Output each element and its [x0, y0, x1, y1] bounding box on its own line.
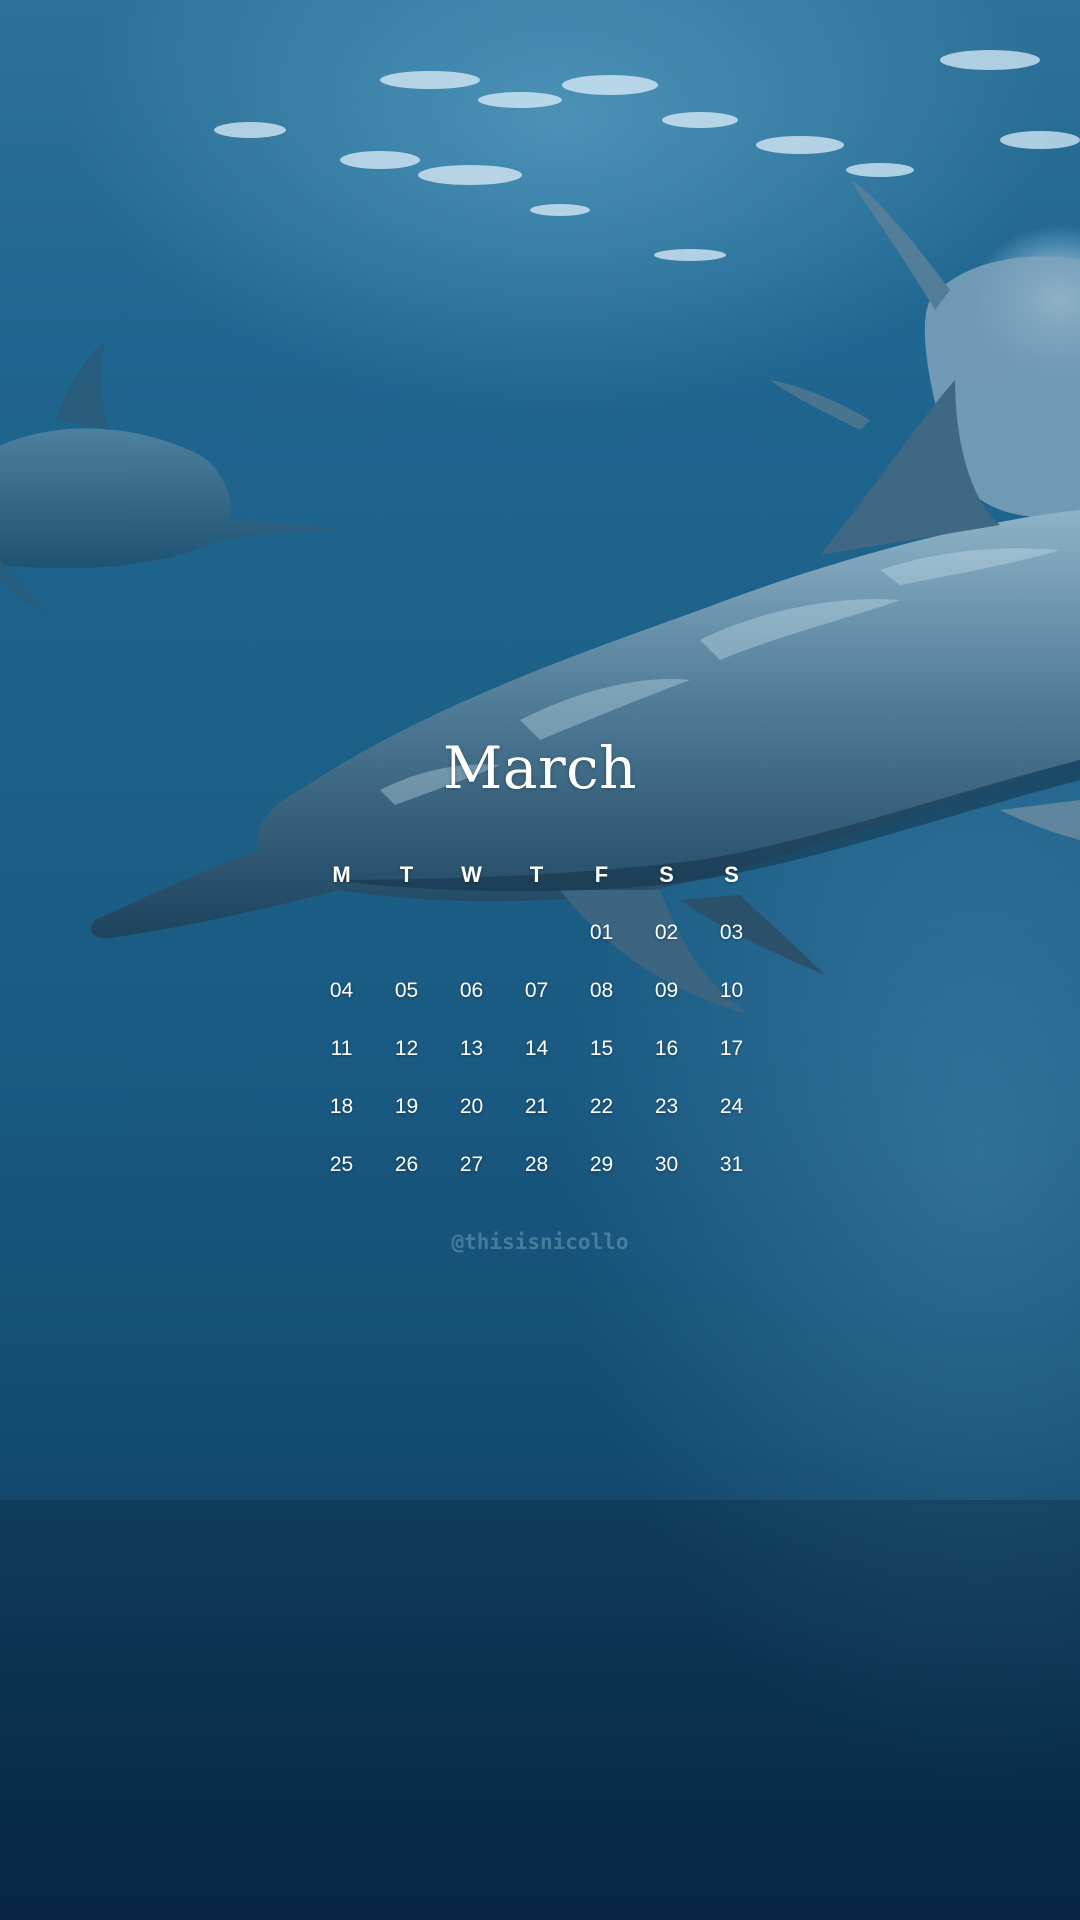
weekday-label: S: [659, 862, 674, 887]
day-cell: 03: [719, 921, 744, 944]
day-cell: 31: [719, 1153, 744, 1176]
day-cell: 17: [719, 1037, 744, 1060]
calendar-grid: M T W T F S S 01 02 03 04 05 06 07 08 09…: [309, 846, 764, 1194]
weekday-label: W: [461, 862, 482, 887]
day-cell: 18: [329, 1095, 354, 1118]
photo-credit: @thisisnicollo: [451, 1230, 629, 1254]
day-cell: 07: [524, 979, 549, 1002]
month-title: March: [442, 734, 638, 802]
day-cell: 24: [719, 1095, 744, 1118]
week-row: 01 02 03: [309, 904, 764, 962]
weekday-label: S: [724, 862, 739, 887]
day-cell: 04: [329, 979, 354, 1002]
day-cell: 28: [524, 1153, 549, 1176]
day-cell: 11: [330, 1037, 353, 1060]
wallpaper: March M T W T F S S 01 02 03 04 05 06 07…: [0, 0, 1080, 1920]
weekday-label: T: [399, 862, 414, 887]
day-cell: 09: [654, 979, 679, 1002]
calendar: March M T W T F S S 01 02 03 04 05 06 07…: [0, 0, 1080, 1920]
week-row: 25 26 27 28 29 30 31: [309, 1136, 764, 1194]
day-cell: 01: [589, 921, 614, 944]
day-cell: 21: [524, 1095, 549, 1118]
day-cell: 13: [459, 1037, 484, 1060]
day-cell: 22: [589, 1095, 614, 1118]
day-cell: 30: [654, 1153, 679, 1176]
day-cell: 26: [394, 1153, 419, 1176]
day-cell: 25: [329, 1153, 354, 1176]
day-cell: 06: [459, 979, 484, 1002]
day-cell: 27: [459, 1153, 484, 1176]
weekday-header-row: M T W T F S S: [309, 846, 764, 904]
weekday-label: M: [332, 862, 351, 887]
day-cell: 08: [589, 979, 614, 1002]
week-row: 11 12 13 14 15 16 17: [309, 1020, 764, 1078]
day-cell: 10: [719, 979, 744, 1002]
day-cell: 20: [459, 1095, 484, 1118]
day-cell: 12: [394, 1037, 419, 1060]
weekday-label: T: [529, 862, 544, 887]
day-cell: 19: [394, 1095, 419, 1118]
day-cell: 14: [524, 1037, 549, 1060]
day-cell: 02: [654, 921, 679, 944]
week-row: 18 19 20 21 22 23 24: [309, 1078, 764, 1136]
week-row: 04 05 06 07 08 09 10: [309, 962, 764, 1020]
weekday-label: F: [594, 862, 609, 887]
day-cell: 29: [589, 1153, 614, 1176]
day-cell: 16: [654, 1037, 679, 1060]
day-cell: 15: [589, 1037, 614, 1060]
day-cell: 05: [394, 979, 419, 1002]
day-cell: 23: [654, 1095, 679, 1118]
